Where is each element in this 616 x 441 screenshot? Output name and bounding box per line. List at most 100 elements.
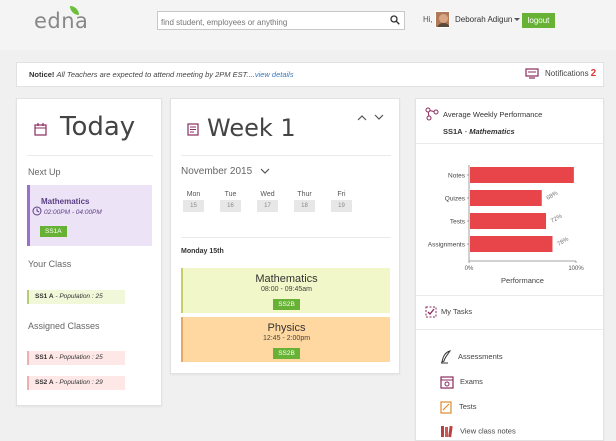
week-nav (357, 113, 384, 124)
event-subject: Physics (267, 322, 306, 334)
notifications-button[interactable]: Notifications 2 (525, 68, 596, 79)
x-tick-label: 0% (465, 266, 474, 272)
divider (27, 155, 153, 156)
menu-item-label: Exams (460, 376, 483, 386)
performance-chart: Notes Quizes 68% Tests 72% Assignments 78% 0% 10… (428, 165, 584, 285)
assigned-class-item[interactable]: SS1 A - Population : 25 (27, 351, 125, 365)
tasks-icon (425, 306, 437, 318)
exam-icon (440, 376, 454, 389)
menu-item-label: View class notes (460, 426, 516, 436)
search-input[interactable] (158, 14, 383, 31)
assigned-class-item[interactable]: SS2 A - Population : 29 (27, 376, 125, 390)
menu-item-view-class-notes[interactable]: View class notes (440, 425, 516, 438)
your-class-label: Your Class (28, 259, 72, 269)
user-name: Deborah Adigun (455, 15, 513, 24)
today-title: Today (60, 112, 136, 142)
performance-title: Average Weekly Performance (443, 110, 543, 119)
user-menu[interactable]: Deborah Adigun (455, 15, 521, 24)
day-date: 17 (257, 200, 278, 212)
day-mon[interactable]: Mon 15 (183, 191, 204, 212)
today-card: Today Next Up Mathematics 02:00PM - 04:0… (16, 98, 162, 406)
bar (470, 213, 547, 229)
day-date: 16 (220, 200, 241, 212)
class-name: SS1 A (35, 293, 54, 300)
greeting: Hi, (423, 15, 433, 24)
event-time: 12:45 - 2:00pm (262, 335, 311, 342)
day-date: 19 (331, 200, 352, 212)
next-up-time: 02:00PM - 04:00PM (44, 209, 102, 216)
day-thur[interactable]: Thur 18 (294, 191, 315, 212)
category-label: Tests (450, 219, 466, 226)
day-fri[interactable]: Fri 19 (331, 191, 352, 212)
search-icon[interactable] (390, 15, 400, 25)
day-name: Wed (260, 191, 275, 198)
data-label: 78% (556, 236, 570, 248)
logo[interactable]: edna (34, 6, 88, 33)
category-label: Quizes (445, 196, 466, 203)
category-label: Notes (448, 173, 466, 180)
menu-item-tests[interactable]: Tests (440, 400, 477, 414)
notifications-count: 2 (590, 68, 597, 79)
day-name: Mon (186, 191, 201, 198)
network-icon (425, 107, 439, 121)
chevron-down-icon (260, 168, 270, 174)
class-badge: SS1A (40, 226, 67, 237)
bar (470, 167, 574, 183)
day-wed[interactable]: Wed 17 (257, 191, 278, 212)
selected-date: Monday 15th (181, 248, 224, 255)
assigned-classes-label: Assigned Classes (28, 321, 100, 331)
notice-bar: Notice! All Teachers are expected to att… (16, 62, 604, 87)
month-selector[interactable]: November 2015 (181, 166, 270, 177)
day-name: Fri (337, 191, 346, 198)
class-population: - Population : 29 (55, 379, 103, 386)
notice-text: Notice! All Teachers are expected to att… (29, 70, 294, 79)
view-details-link[interactable]: view details (255, 70, 294, 79)
event-time: 08:00 - 09:45am (261, 286, 312, 293)
top-bar: edna Hi, Deborah Adigun logout (0, 0, 616, 50)
logout-button[interactable]: logout (522, 13, 555, 28)
divider (416, 295, 605, 296)
class-name: SS1A (443, 127, 463, 136)
week-card: Week 1 November 2015 Mon 15 Tue 16 Wed 17 T… (170, 98, 400, 374)
data-label: 72% (550, 213, 564, 225)
next-up-label: Next Up (28, 167, 61, 177)
caret-down-icon (514, 18, 521, 22)
week-title: Week 1 (207, 114, 296, 142)
data-label: 68% (546, 190, 560, 202)
menu-item-assessments[interactable]: Assessments (440, 350, 503, 364)
divider (416, 143, 605, 144)
my-tasks-link[interactable]: My Tasks (425, 306, 472, 318)
month-label: November 2015 (181, 166, 253, 177)
quill-icon (441, 350, 452, 364)
day-tue[interactable]: Tue 16 (220, 191, 241, 212)
class-population: - Population : 25 (55, 293, 103, 300)
avatar[interactable] (435, 11, 450, 28)
notifications-label: Notifications (545, 69, 589, 78)
menu-item-exams[interactable]: Exams (440, 375, 483, 389)
class-badge: SS2B (273, 299, 300, 310)
chevron-down-icon[interactable] (374, 114, 384, 121)
chevron-up-icon[interactable] (357, 114, 367, 121)
menu-item-label: Tests (459, 401, 477, 411)
class-name: SS1 A (35, 354, 54, 361)
notifications-icon (525, 68, 539, 79)
day-name: Tue (224, 191, 237, 198)
menu-item-label: Assessments (458, 351, 503, 361)
your-class-item[interactable]: SS1 A - Population : 25 (27, 290, 125, 304)
event-card[interactable]: Physics 12:45 - 2:00pm SS2B (181, 317, 390, 362)
divider (181, 155, 391, 156)
search-box (157, 11, 405, 31)
performance-subtitle: SS1A - Mathematics (443, 127, 515, 136)
books-icon (441, 425, 453, 438)
notice-message: All Teachers are expected to attend meet… (56, 70, 255, 79)
divider (416, 329, 605, 330)
day-date: 18 (294, 200, 315, 212)
class-badge: SS2B (273, 348, 300, 359)
my-tasks-label: My Tasks (441, 306, 473, 316)
event-card[interactable]: Mathematics 08:00 - 09:45am SS2B (181, 268, 390, 313)
calendar-icon (34, 123, 47, 136)
bar (470, 190, 542, 206)
bar (470, 236, 553, 252)
next-up-card[interactable]: Mathematics 02:00PM - 04:00PM SS1A (27, 185, 152, 246)
event-subject: Mathematics (255, 273, 318, 285)
